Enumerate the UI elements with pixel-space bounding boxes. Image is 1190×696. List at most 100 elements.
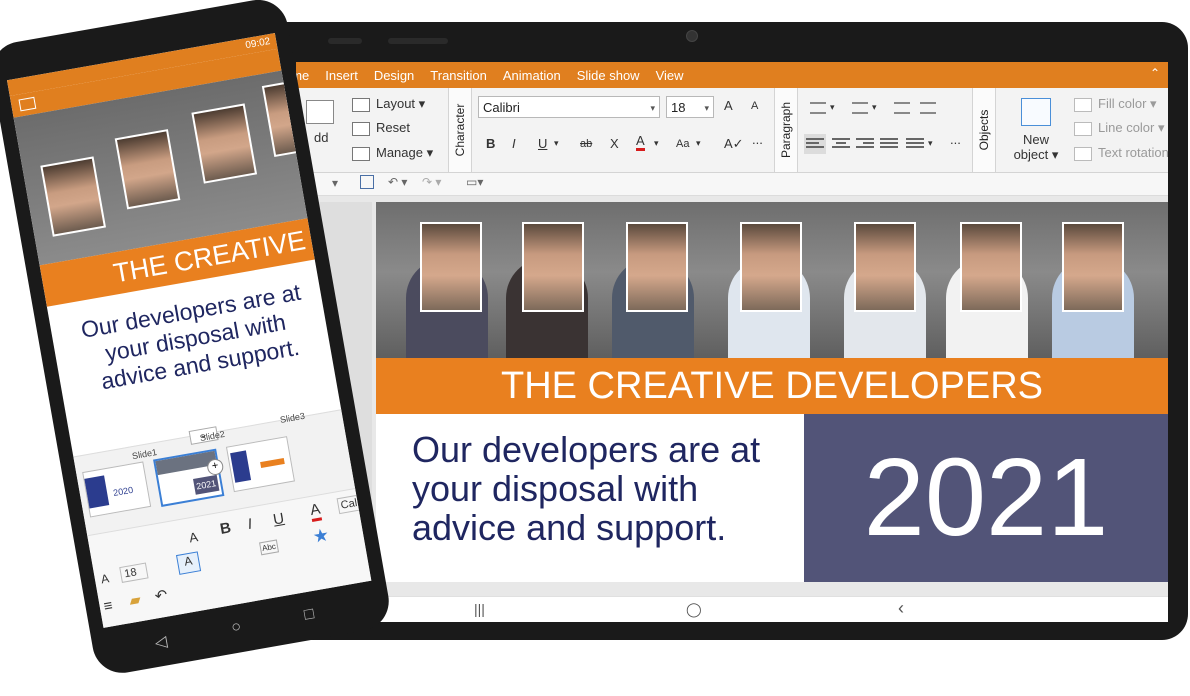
portrait-photo [117,131,179,208]
portrait-photo [422,224,480,310]
front-camera [686,30,698,42]
fill-color-button[interactable]: Fill color ▾ [1074,96,1157,112]
objects-group-label: Objects [972,88,996,172]
font-name-select[interactable]: Calibri ▾ [478,96,660,118]
tab-slide-show[interactable]: Slide show [569,68,648,83]
italic-button[interactable]: I [246,516,253,533]
thumb-year: 2020 [112,484,134,499]
menu-icon[interactable]: ≡ [102,597,114,615]
thumb-art [84,475,110,509]
view-icon[interactable]: ▭▾ [466,175,483,189]
line-spacing-icon[interactable] [906,136,924,152]
tab-animation[interactable]: Animation [495,68,569,83]
wordart-button[interactable]: Abc [259,539,279,556]
shrink-font-button[interactable]: A [751,100,758,112]
slide-thumb-label: Slide3 [279,410,306,425]
bold-button[interactable]: B [486,136,495,151]
align-right-icon[interactable] [856,136,874,152]
slides-icon[interactable] [18,96,37,112]
folder-icon[interactable]: ▰ [128,590,142,610]
slide-canvas[interactable]: THE CREATIVE DEVELOPERS Our developers a… [376,202,1168,582]
menu-bar: ome Insert Design Transition Animation S… [296,62,1168,88]
text-rotation-button[interactable]: Text rotation [1074,145,1168,161]
font-name-field[interactable]: Calib [336,493,370,515]
thumb-art [230,450,252,483]
font-size-field[interactable]: 18 [119,562,149,583]
character-more-button[interactable]: ... [752,132,763,147]
font-size-select[interactable]: 18 ▾ [666,96,714,118]
chevron-down-icon[interactable]: ▾ [928,138,933,149]
portrait-photo [1064,224,1122,310]
bold-button[interactable]: B [219,519,233,538]
font-color-button[interactable]: A [309,501,323,522]
portrait-frame [420,222,482,312]
text-rotation-icon [1074,146,1092,161]
portrait-photo [962,224,1020,310]
portrait-frame [960,222,1022,312]
line-color-button[interactable]: Line color ▾ [1074,120,1165,136]
change-case-button[interactable]: Aa [676,138,689,150]
align-center-icon[interactable] [832,136,850,152]
back-button[interactable]: ‹ [898,598,904,619]
slide-thumbnail[interactable]: 2020 [82,461,152,518]
underline-button[interactable]: U [272,510,286,529]
undo-icon[interactable]: ↶ [153,585,168,605]
italic-button[interactable]: I [512,136,516,151]
objects-group-text: Objects [977,109,991,151]
new-object-button[interactable]: New object ▾ [1004,94,1068,168]
chevron-down-icon[interactable]: ▾ [830,102,835,113]
shrink-font-button[interactable]: A [100,571,110,586]
chevron-down-icon[interactable]: ▾ [554,138,559,149]
paragraph-more-button[interactable]: ... [950,132,961,147]
decrease-indent-icon[interactable] [894,102,910,114]
tablet-button [388,38,448,44]
chevron-down-icon[interactable]: ▾ [696,138,701,149]
slide-thumbnail-selected[interactable]: 2021 + [153,448,225,507]
redo-icon[interactable]: ↷ ▾ [422,175,441,189]
text-rotation-label: Text rotation [1098,145,1168,160]
star-shape-icon[interactable]: ★ [311,524,331,547]
portrait-frame [1062,222,1124,312]
font-color-button[interactable]: A [636,134,645,151]
portrait-photo [742,224,800,310]
character-group-label: Character [448,88,472,172]
back-button[interactable]: ◁ [153,631,169,653]
tab-view[interactable]: View [648,68,692,83]
font-name-value: Calibri [483,100,520,115]
grow-font-button[interactable]: A [724,98,733,113]
home-button[interactable]: ○ [230,618,243,637]
line-color-icon [1074,121,1092,136]
portrait-photo [856,224,914,310]
chevron-down-icon: ▾ [650,103,655,113]
align-left-icon[interactable] [804,134,826,154]
underline-button[interactable]: U [538,136,547,151]
tab-transition[interactable]: Transition [422,68,495,83]
grow-font-button[interactable]: A [188,529,199,545]
format-painter-icon[interactable]: A✓ [724,136,744,152]
portrait-frame [522,222,584,312]
justify-icon[interactable] [880,136,898,152]
portrait-photo [193,105,255,182]
character-group-text: Character [453,103,467,157]
strikethrough-button[interactable]: ab [580,138,592,150]
increase-indent-icon[interactable] [920,102,936,114]
portrait-frame [114,129,181,210]
collapse-ribbon-icon[interactable]: ⌃ [1150,66,1160,80]
numbered-list-icon[interactable] [852,102,868,114]
slide-thumbnail[interactable] [225,436,295,493]
chevron-down-icon[interactable]: ▾ [654,138,659,149]
bullet-list-icon[interactable] [810,102,826,114]
phone-screen: 09:02 THE CREATIVE Our developers are at… [6,33,372,628]
new-object-icon [1021,98,1051,126]
line-color-label: Line color [1098,120,1155,135]
portrait-frame [626,222,688,312]
add-slide-icon[interactable]: + [206,457,225,477]
clear-format-button[interactable]: X [610,136,619,151]
recent-apps-button[interactable]: □ [303,605,316,624]
home-button[interactable]: ◯ [686,601,702,618]
chevron-down-icon[interactable]: ▾ [872,102,877,113]
paragraph-group-text: Paragraph [779,101,793,159]
portrait-frame [740,222,802,312]
team-photo [376,202,1168,358]
text-box-button[interactable]: A [175,551,202,575]
